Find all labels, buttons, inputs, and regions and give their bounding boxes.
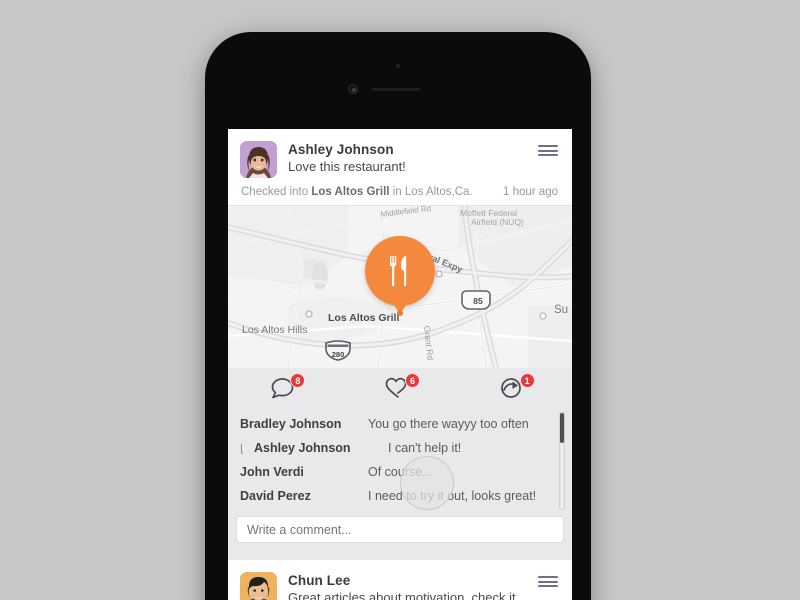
proximity-sensor-icon xyxy=(396,64,400,68)
card-separator xyxy=(228,553,572,560)
comment-author[interactable]: John Verdi xyxy=(240,465,368,479)
checkin-map[interactable]: Moffett Federal Airfield (NUQ) Middlefie… xyxy=(228,206,572,368)
post-body-text: Great articles about motivation, check i… xyxy=(288,590,520,600)
map-pin-anchor-dot xyxy=(397,310,403,316)
avatar-portrait-icon xyxy=(240,141,277,178)
highway-shield-85: 85 xyxy=(461,290,491,310)
comment-author[interactable]: ⌊ Ashley Johnson xyxy=(240,441,368,455)
comment-action[interactable]: 8 xyxy=(228,373,343,401)
comment-input-row xyxy=(228,516,572,553)
checkin-prefix: Checked into xyxy=(241,186,312,198)
comment-count-badge: 8 xyxy=(290,373,306,388)
post-card-ashley: Ashley Johnson Love this restaurant! Che… xyxy=(228,129,572,553)
post-author-name[interactable]: Chun Lee xyxy=(288,573,538,588)
comment-text: I need to try it out, looks great! xyxy=(368,489,537,503)
post-header-text: Chun Lee Great articles about motivation… xyxy=(277,572,538,600)
share-count-badge: 1 xyxy=(519,373,535,388)
post-header-text: Ashley Johnson Love this restaurant! xyxy=(277,141,538,174)
hamburger-menu-icon[interactable] xyxy=(538,141,558,156)
restaurant-fork-knife-icon xyxy=(390,256,407,286)
comment-author-label: Ashley Johnson xyxy=(254,441,351,455)
phone-frame: Ashley Johnson Love this restaurant! Che… xyxy=(205,32,591,600)
avatar-chun-lee[interactable] xyxy=(240,572,277,600)
menu-line-1 xyxy=(538,145,558,147)
comments-list: Bradley Johnson You go there wayyy too o… xyxy=(228,408,572,516)
earpiece-speaker-icon xyxy=(372,88,420,91)
svg-text:85: 85 xyxy=(473,296,483,306)
touch-cursor-indicator xyxy=(400,456,454,510)
scrollbar-thumb[interactable] xyxy=(560,413,564,443)
post-checkin-text: Checked into Los Altos Grill in Los Alto… xyxy=(241,186,473,198)
checkin-suffix: in Los Altos,Ca. xyxy=(389,186,473,198)
comment-author[interactable]: David Perez xyxy=(240,489,368,503)
checkin-place[interactable]: Los Altos Grill xyxy=(311,186,389,198)
svg-text:Los Altos Hills: Los Altos Hills xyxy=(242,324,307,336)
post-header: Ashley Johnson Love this restaurant! xyxy=(228,129,572,184)
map-restaurant-pin[interactable] xyxy=(365,236,435,315)
post-meta-row: Checked into Los Altos Grill in Los Alto… xyxy=(228,184,572,206)
like-action[interactable]: 6 xyxy=(343,373,458,401)
menu-line-2 xyxy=(538,580,558,583)
comments-scrollbar[interactable] xyxy=(559,412,565,510)
post-body-text: Love this restaurant! xyxy=(288,159,406,174)
comment-author[interactable]: Bradley Johnson xyxy=(240,417,368,431)
avatar-ashley-johnson[interactable] xyxy=(240,141,277,178)
hamburger-menu-icon[interactable] xyxy=(538,572,558,587)
phone-screen: Ashley Johnson Love this restaurant! Che… xyxy=(228,129,572,600)
svg-text:Los Altos Grill: Los Altos Grill xyxy=(328,312,399,324)
comment-item-reply[interactable]: ⌊ Ashley Johnson I can't help it! xyxy=(228,436,572,460)
highway-shield-280: 280 xyxy=(325,340,351,361)
front-camera-icon xyxy=(348,84,358,94)
comment-input[interactable] xyxy=(236,516,564,543)
comment-text: Of course... xyxy=(368,465,433,479)
share-action[interactable]: 1 xyxy=(457,373,572,401)
svg-text:280: 280 xyxy=(332,350,345,359)
menu-line-2 xyxy=(538,149,558,152)
menu-line-1 xyxy=(538,576,558,578)
comment-text: You go there wayyy too often xyxy=(368,417,529,431)
like-count-badge: 6 xyxy=(405,373,420,388)
menu-line-3 xyxy=(538,154,558,156)
svg-text:Su: Su xyxy=(554,304,568,316)
comment-item[interactable]: Bradley Johnson You go there wayyy too o… xyxy=(228,412,572,436)
svg-text:Airfield (NUQ): Airfield (NUQ) xyxy=(471,217,524,227)
comment-text: I can't help it! xyxy=(388,441,462,455)
reply-arrow-icon: ⌊ xyxy=(240,443,245,455)
post-timestamp: 1 hour ago xyxy=(503,186,558,198)
menu-line-3 xyxy=(538,585,558,587)
post-card-chun: Chun Lee Great articles about motivation… xyxy=(228,560,572,600)
avatar-portrait-icon xyxy=(240,572,277,600)
post-header: Chun Lee Great articles about motivation… xyxy=(228,560,572,600)
post-author-name[interactable]: Ashley Johnson xyxy=(288,142,538,157)
post-actions-bar: 8 6 1 xyxy=(228,368,572,408)
